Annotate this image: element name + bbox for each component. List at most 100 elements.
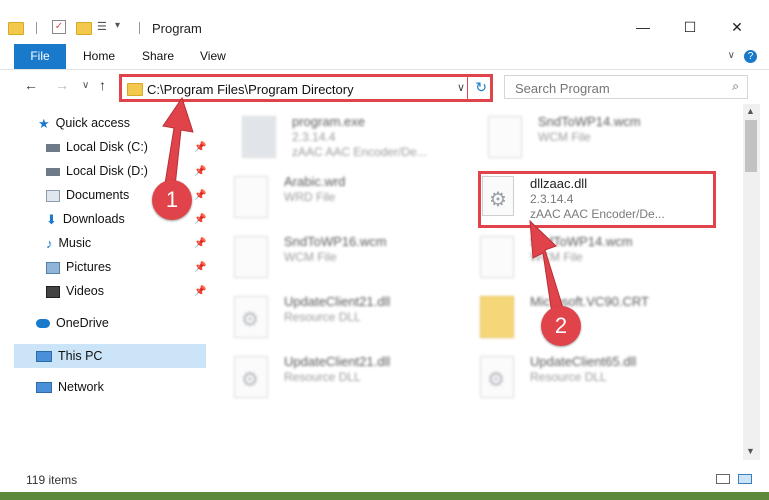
pin-icon[interactable]: 📌 — [194, 286, 206, 297]
sidebar-item-label: Music — [58, 236, 92, 250]
navigation-bar: ← → ∨ ↑ C:\Program Files\Program Directo… — [0, 70, 769, 104]
sidebar-item-this-pc[interactable]: This PC — [36, 345, 102, 367]
sidebar-item-local-disk-c[interactable]: Local Disk (C:) — [46, 136, 148, 158]
file-item[interactable]: SndToWP14.wcm WCM File — [478, 110, 708, 166]
recent-locations-icon[interactable]: ∨ — [82, 80, 89, 91]
file-item[interactable]: Arabic.wrd WRD File — [224, 170, 454, 226]
file-name: Arabic.wrd — [284, 174, 346, 189]
pin-icon[interactable]: 📌 — [194, 238, 206, 249]
file-name: SndToWP16.wcm — [284, 234, 387, 249]
ribbon-expand-icon[interactable]: ∨ — [728, 50, 735, 61]
exe-icon — [242, 116, 276, 158]
sidebar-item-label: Videos — [66, 284, 104, 298]
scroll-down-icon[interactable]: ▼ — [746, 446, 755, 456]
file-type: WCM File — [284, 250, 337, 264]
file-name: SndToWP14.wcm — [538, 114, 641, 129]
minimize-button[interactable]: — — [620, 12, 666, 42]
file-type: Resource DLL — [284, 310, 361, 324]
search-icon[interactable]: ⌕ — [732, 79, 739, 94]
network-icon — [36, 382, 52, 394]
videos-icon — [46, 285, 60, 298]
sidebar-item-label: OneDrive — [56, 316, 109, 330]
sidebar-item-pictures[interactable]: Pictures — [46, 256, 111, 278]
pictures-icon — [46, 261, 60, 274]
folder-icon — [127, 83, 143, 96]
separator — [139, 22, 140, 34]
sidebar-item-onedrive[interactable]: OneDrive — [36, 312, 109, 334]
up-arrow-icon[interactable]: ↑ — [99, 77, 106, 93]
vertical-scrollbar[interactable]: ▲ ▼ — [743, 104, 760, 460]
scroll-up-icon[interactable]: ▲ — [746, 106, 755, 116]
pin-icon[interactable]: 📌 — [194, 142, 206, 153]
search-box[interactable]: ⌕ — [504, 75, 748, 99]
address-dropdown-icon[interactable]: ∨ — [457, 81, 465, 94]
dll-gear-icon — [234, 356, 268, 398]
file-name: program.exe — [292, 114, 365, 129]
close-button[interactable]: ✕ — [714, 12, 760, 42]
maximize-button[interactable]: ☐ — [667, 12, 713, 42]
search-input[interactable] — [513, 78, 717, 98]
tiles-view-icon[interactable] — [738, 474, 752, 484]
documents-icon — [46, 189, 60, 202]
tab-file[interactable]: File — [14, 44, 66, 69]
sidebar-item-label: Network — [58, 380, 104, 394]
drive-icon — [46, 143, 60, 152]
file-icon — [488, 116, 522, 158]
sidebar-item-quick-access[interactable]: ★ Quick access — [38, 112, 130, 134]
explorer-window: ✓ ☰ ▾ Program — ☐ ✕ File Home Share View… — [0, 0, 769, 492]
file-name: Microsoft.VC90.CRT — [530, 294, 649, 309]
address-path[interactable]: C:\Program Files\Program Directory — [147, 82, 354, 97]
dropdown-icon[interactable]: ▾ — [115, 20, 120, 31]
file-item[interactable]: SndToWP16.wcm WCM File — [224, 230, 454, 286]
pin-icon[interactable]: 📌 — [194, 214, 206, 225]
navigation-pane: ★ Quick access Local Disk (C:) 📌 Local Di… — [0, 104, 210, 460]
file-item[interactable]: UpdateClient65.dll Resource DLL — [470, 350, 700, 406]
file-name: SndToWP14.wcm — [530, 234, 633, 249]
separator — [36, 22, 37, 34]
pin-icon[interactable]: 📌 — [194, 166, 206, 177]
file-item[interactable]: SndToWP14.wcm WCM File — [470, 230, 700, 286]
file-icon — [234, 176, 268, 218]
file-version: 2.3.14.4 — [292, 130, 336, 144]
status-bar: 119 items — [0, 467, 769, 492]
file-item[interactable]: UpdateClient21.dll Resource DLL — [224, 350, 454, 406]
back-arrow-icon[interactable]: ← — [24, 77, 38, 93]
customize-icon[interactable]: ☰ — [97, 20, 111, 34]
dll-gear-icon — [480, 356, 514, 398]
file-icon — [234, 236, 268, 278]
pin-icon[interactable]: 📌 — [194, 190, 206, 201]
tab-view[interactable]: View — [200, 44, 226, 69]
folder-icon — [480, 296, 514, 338]
title-bar: ✓ ☰ ▾ Program — ☐ ✕ — [0, 0, 769, 44]
file-name: UpdateClient65.dll — [530, 354, 637, 369]
sidebar-item-documents[interactable]: Documents — [46, 184, 129, 206]
scroll-thumb[interactable] — [745, 120, 757, 172]
file-type: Resource DLL — [284, 370, 361, 384]
dll-gear-icon — [234, 296, 268, 338]
file-item[interactable]: UpdateClient21.dll Resource DLL — [224, 290, 454, 346]
sidebar-item-music[interactable]: ♪ Music — [46, 232, 91, 254]
file-item[interactable]: program.exe 2.3.14.4 zAAC AAC Encoder/De… — [232, 110, 462, 166]
divider — [467, 77, 468, 99]
pin-icon[interactable]: 📌 — [194, 262, 206, 273]
sidebar-item-network[interactable]: Network — [36, 376, 104, 398]
help-icon[interactable]: ? — [744, 50, 757, 63]
tab-home[interactable]: Home — [83, 44, 115, 69]
drive-icon — [46, 167, 60, 176]
address-bar[interactable]: C:\Program Files\Program Directory ∨ ↻ — [119, 74, 493, 102]
sidebar-item-local-disk-d[interactable]: Local Disk (D:) — [46, 160, 148, 182]
forward-arrow-icon[interactable]: → — [55, 77, 69, 93]
download-icon: ⬇ — [46, 211, 57, 227]
properties-icon[interactable]: ✓ — [52, 20, 66, 34]
refresh-icon[interactable]: ↻ — [475, 79, 487, 96]
music-icon: ♪ — [46, 235, 53, 251]
file-item[interactable]: Microsoft.VC90.CRT — [470, 290, 700, 346]
item-count: 119 items — [26, 473, 78, 487]
sidebar-item-videos[interactable]: Videos — [46, 280, 104, 302]
tab-share[interactable]: Share — [142, 44, 174, 69]
sidebar-item-downloads[interactable]: ⬇ Downloads — [46, 208, 125, 230]
new-folder-icon[interactable] — [76, 22, 92, 35]
details-view-icon[interactable] — [716, 474, 730, 484]
sidebar-item-label: Pictures — [66, 260, 112, 274]
file-name: UpdateClient21.dll — [284, 294, 391, 309]
